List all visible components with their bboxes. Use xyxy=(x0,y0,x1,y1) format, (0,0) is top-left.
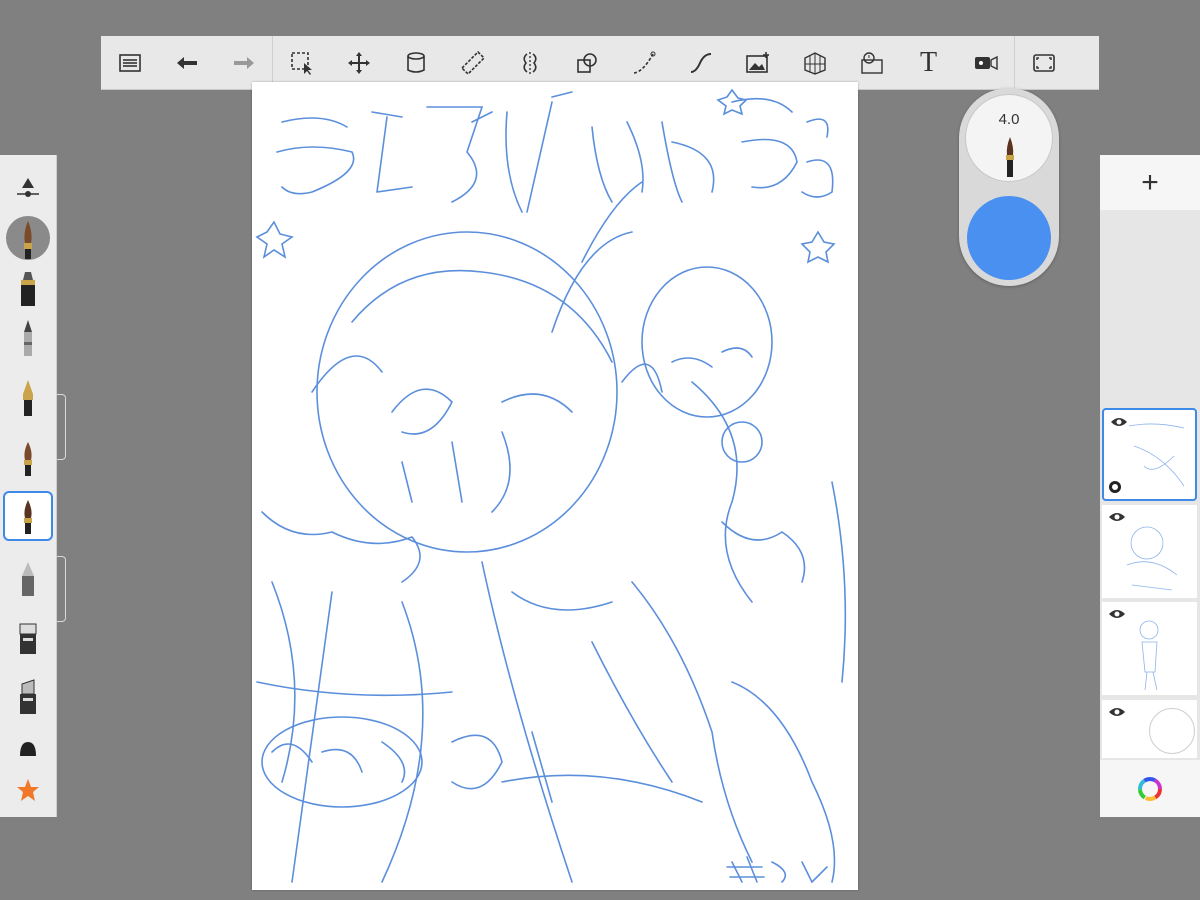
current-brush-icon xyxy=(1006,137,1014,177)
ink-pen-icon[interactable] xyxy=(3,373,53,423)
brush-library-bar xyxy=(0,155,57,817)
layer-preview xyxy=(1139,620,1159,691)
fullscreen-icon[interactable] xyxy=(1015,36,1072,89)
layer-preview xyxy=(1126,526,1178,591)
eye-icon[interactable] xyxy=(1108,608,1126,620)
brush-group-bracket xyxy=(57,394,66,460)
pencil-icon[interactable] xyxy=(3,313,53,363)
layers-panel: + xyxy=(1100,155,1200,817)
paintbrush-selected-icon[interactable] xyxy=(3,491,53,541)
eye-icon[interactable] xyxy=(1108,706,1126,718)
brush-size-value: 4.0 xyxy=(998,111,1020,128)
favorites-star-icon[interactable] xyxy=(3,767,53,813)
layer-thumbnail[interactable] xyxy=(1102,505,1197,598)
paintbrush-icon[interactable] xyxy=(3,213,53,263)
paper-layer-preview xyxy=(1149,708,1195,754)
brush-puck[interactable]: 4.0 xyxy=(959,88,1059,286)
text-icon-label: T xyxy=(919,46,938,78)
layer-thumbnail[interactable] xyxy=(1102,408,1197,501)
add-layer-button[interactable]: + xyxy=(1100,155,1200,210)
toolbar-group-history xyxy=(101,36,272,89)
paintbrush-small-icon[interactable] xyxy=(3,433,53,483)
toolbar-group-view xyxy=(1015,36,1072,89)
video-icon[interactable] xyxy=(957,36,1014,89)
undo-icon[interactable] xyxy=(158,36,215,89)
text-icon[interactable]: T xyxy=(900,36,957,89)
smudge-icon[interactable] xyxy=(3,733,53,763)
blend-mode-icon[interactable] xyxy=(1108,480,1122,494)
layer-thumbnail[interactable] xyxy=(1102,602,1197,695)
eraser-hard-icon[interactable] xyxy=(3,673,53,723)
color-wheel-button[interactable] xyxy=(1100,760,1200,817)
brush-size-dial[interactable]: 4.0 xyxy=(965,94,1053,182)
opacity-slider-icon[interactable] xyxy=(3,163,53,213)
eraser-icon[interactable] xyxy=(3,613,53,663)
menu-list-icon[interactable] xyxy=(101,36,158,89)
airbrush-icon[interactable] xyxy=(3,553,53,603)
color-wheel-icon xyxy=(1138,776,1162,801)
sketch-artwork xyxy=(255,88,847,884)
layer-thumbnail[interactable] xyxy=(1102,700,1197,758)
current-color-swatch[interactable] xyxy=(967,196,1051,280)
marker-icon[interactable] xyxy=(3,263,53,313)
drawing-canvas[interactable] xyxy=(252,82,858,890)
brush-group-bracket xyxy=(57,556,66,622)
layer-preview xyxy=(1128,423,1185,487)
